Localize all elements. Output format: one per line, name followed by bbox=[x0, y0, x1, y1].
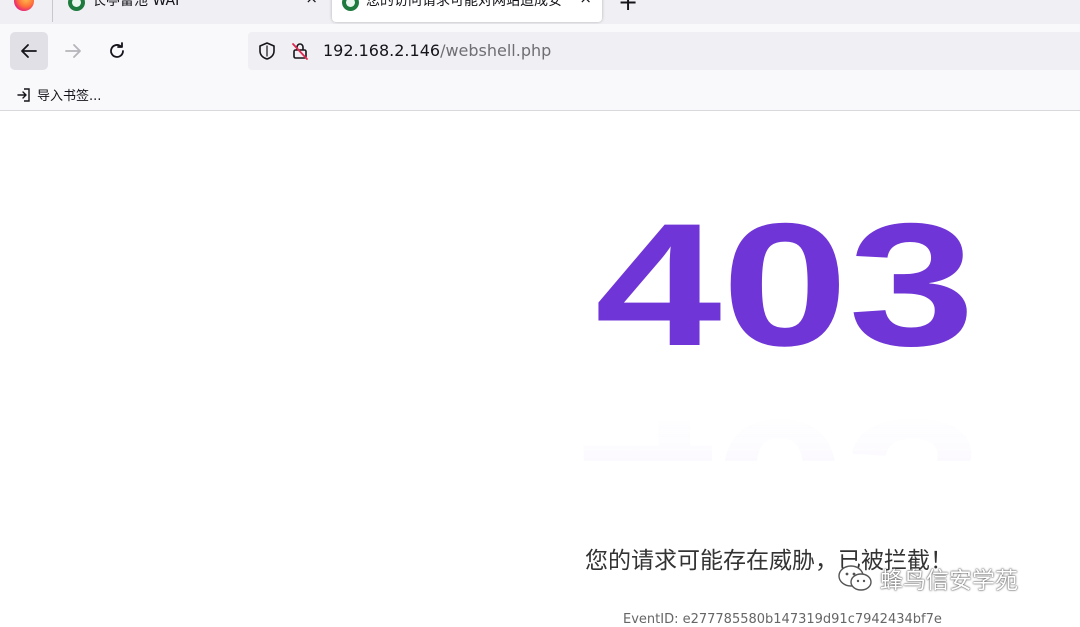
import-bookmarks-button[interactable]: 导入书签... bbox=[16, 85, 101, 104]
url-path: /webshell.php bbox=[440, 41, 552, 60]
shield-icon[interactable] bbox=[257, 41, 277, 61]
error-code-403: 403 bbox=[595, 215, 975, 355]
wechat-icon bbox=[838, 565, 872, 591]
arrow-right-icon bbox=[65, 44, 81, 58]
bookmarks-toolbar: 导入书签... bbox=[0, 80, 1080, 111]
reload-button[interactable] bbox=[98, 32, 136, 70]
insecure-lock-icon[interactable] bbox=[290, 41, 310, 61]
address-bar[interactable]: 192.168.2.146/webshell.php bbox=[248, 32, 1080, 70]
firefox-menu-icon[interactable] bbox=[14, 0, 34, 11]
favicon-icon bbox=[68, 0, 85, 11]
back-button[interactable] bbox=[10, 32, 48, 70]
forward-button[interactable] bbox=[54, 32, 92, 70]
tab-strip: 长亭雷池 WAF × 您的访问请求可能对网站造成安 × + bbox=[0, 0, 1080, 24]
tab-separator bbox=[52, 0, 53, 22]
import-bookmarks-label: 导入书签... bbox=[37, 89, 102, 104]
watermark: 蜂鸟信安学苑 bbox=[836, 561, 1018, 595]
arrow-left-icon bbox=[21, 44, 37, 58]
close-tab-icon[interactable]: × bbox=[305, 0, 318, 7]
tab-title: 长亭雷池 WAF bbox=[92, 0, 184, 9]
tab-blocked-page[interactable]: 您的访问请求可能对网站造成安 × bbox=[332, 0, 602, 22]
reload-icon bbox=[110, 42, 124, 58]
error-code-reflection: 403 bbox=[580, 383, 980, 461]
event-id: EventID: e277785580b147319d91c7942434bf7… bbox=[623, 612, 942, 627]
close-tab-icon[interactable]: × bbox=[579, 0, 592, 7]
favicon-icon bbox=[342, 0, 359, 11]
watermark-text: 蜂鸟信安学苑 bbox=[880, 568, 1018, 594]
page-content: 403 403 您的请求可能存在威胁，已被拦截！ 蜂鸟信安学苑 EventID:… bbox=[0, 111, 1080, 627]
new-tab-icon[interactable]: + bbox=[618, 0, 638, 16]
tab-title: 您的访问请求可能对网站造成安 bbox=[366, 0, 562, 9]
navigation-toolbar: 192.168.2.146/webshell.php bbox=[0, 24, 1080, 80]
url-host: 192.168.2.146 bbox=[323, 41, 441, 60]
tab-waf[interactable]: 长亭雷池 WAF × bbox=[58, 0, 328, 22]
error-code-reflection-text: 403 bbox=[580, 383, 980, 461]
url-text[interactable]: 192.168.2.146/webshell.php bbox=[323, 41, 551, 60]
error-code-text: 403 bbox=[595, 215, 975, 355]
import-icon bbox=[17, 87, 30, 102]
